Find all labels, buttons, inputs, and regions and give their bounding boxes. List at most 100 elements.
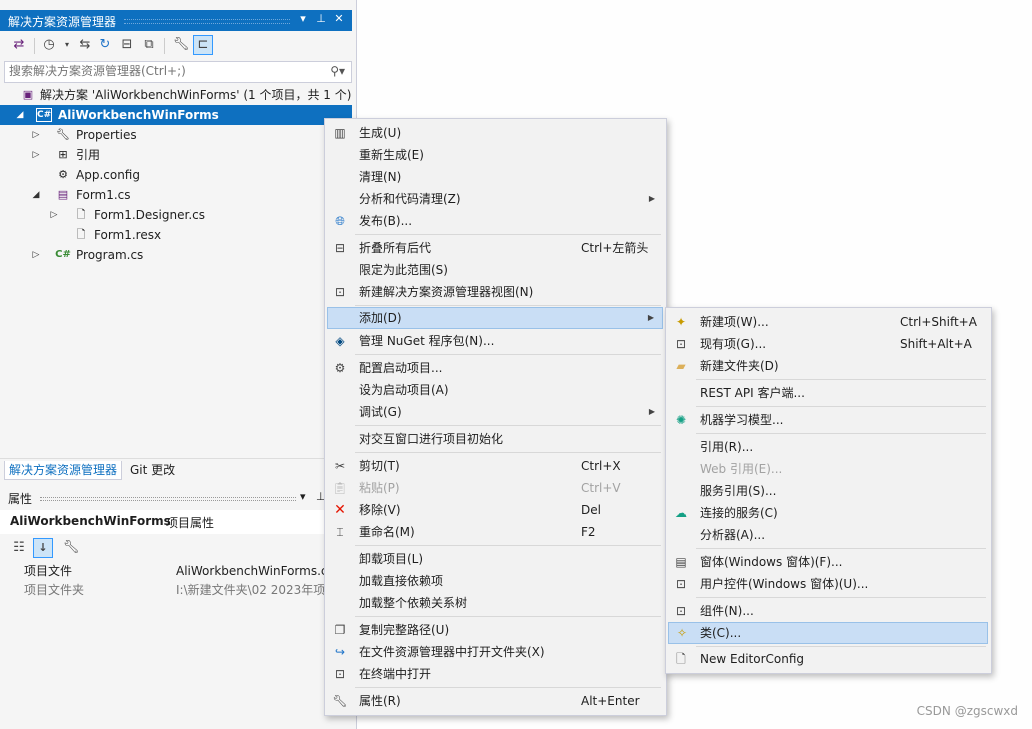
tree-item-solution[interactable]: ▣ 解决方案 'AliWorkbenchWinForms' (1 个项目，共 1… bbox=[0, 85, 352, 105]
menu-shortcut: Ctrl+V bbox=[581, 481, 621, 495]
menu-item-debug[interactable]: 调试(G) ▶ bbox=[327, 401, 663, 423]
menu-item-reference[interactable]: 引用(R)... bbox=[668, 436, 988, 458]
menu-separator bbox=[355, 305, 661, 306]
expand-arrow-icon[interactable]: ◢ bbox=[30, 185, 42, 205]
menu-separator bbox=[355, 616, 661, 617]
tree-item-references[interactable]: ▷ ⊞ 引用 bbox=[0, 145, 352, 165]
menu-item-rename[interactable]: ⌶ 重命名(M) F2 bbox=[327, 521, 663, 543]
chevron-down-icon[interactable]: ▾ bbox=[58, 36, 76, 54]
menu-item-clean[interactable]: 清理(N) bbox=[327, 166, 663, 188]
menu-item-set-startup[interactable]: 设为启动项目(A) bbox=[327, 379, 663, 401]
new-folder-icon: ▰ bbox=[676, 359, 686, 373]
menu-item-existing-item[interactable]: ⊡ 现有项(G)... Shift+Alt+A bbox=[668, 333, 988, 355]
menu-item-new-folder[interactable]: ▰ 新建文件夹(D) bbox=[668, 355, 988, 377]
preview-icon[interactable]: ⊏ bbox=[193, 35, 213, 55]
menu-item-class[interactable]: ✧ 类(C)... bbox=[668, 622, 988, 644]
tree-item-properties[interactable]: ▷ 🔧︎ Properties bbox=[0, 125, 352, 145]
refresh-icon[interactable]: ↻ bbox=[96, 36, 114, 54]
wrench-icon[interactable]: 🔧︎ bbox=[62, 539, 80, 557]
menu-item-user-control[interactable]: ⊡ 用户控件(Windows 窗体)(U)... bbox=[668, 573, 988, 595]
tree-item-form1-designer[interactable]: ▷ 🗋︎ Form1.Designer.cs bbox=[0, 205, 352, 225]
menu-item-web-reference[interactable]: Web 引用(E)... bbox=[668, 458, 988, 480]
tree-item-program[interactable]: ▷ C# Program.cs bbox=[0, 245, 352, 265]
menu-item-label: 服务引用(S)... bbox=[700, 484, 777, 498]
menu-item-connected-service[interactable]: ☁ 连接的服务(C) bbox=[668, 502, 988, 524]
property-row[interactable]: 项目文件夹 I:\新建文件夹\02 2023年项 bbox=[0, 581, 352, 600]
csharp-project-icon: C# bbox=[36, 108, 52, 122]
menu-item-open-in-explorer[interactable]: ↪ 在文件资源管理器中打开文件夹(X) bbox=[327, 641, 663, 663]
dropdown-icon[interactable]: ▾ bbox=[300, 490, 306, 503]
menu-item-unload[interactable]: 卸载项目(L) bbox=[327, 548, 663, 570]
menu-item-label: 添加(D) bbox=[359, 311, 402, 325]
menu-item-interactive-init[interactable]: 对交互窗口进行项目初始化 bbox=[327, 428, 663, 450]
class-icon: ✧ bbox=[676, 626, 688, 640]
solution-explorer-panel: 解决方案资源管理器 ▾ ⊥ ✕ ⇄ ◷ ▾ ⇆ ↻ ⊟ ⧉ 🔧︎ ⊏ ⚲▾ ▣ … bbox=[0, 0, 357, 729]
menu-item-new-item[interactable]: ✦ 新建项(W)... Ctrl+Shift+A bbox=[668, 311, 988, 333]
menu-item-label: 组件(N)... bbox=[700, 604, 754, 618]
menu-item-ml-model[interactable]: ✺ 机器学习模型... bbox=[668, 409, 988, 431]
tree-item-label: App.config bbox=[76, 168, 140, 182]
tree-item-app-config[interactable]: ⚙ App.config bbox=[0, 165, 352, 185]
menu-item-component[interactable]: ⊡ 组件(N)... bbox=[668, 600, 988, 622]
search-box[interactable]: ⚲▾ bbox=[4, 61, 352, 83]
pin-icon[interactable]: ⊥ bbox=[314, 12, 328, 28]
dropdown-icon[interactable]: ▾ bbox=[296, 12, 310, 28]
show-all-files-icon[interactable]: ⧉ bbox=[140, 36, 158, 54]
menu-item-collapse-all[interactable]: ⊟ 折叠所有后代 Ctrl+左箭头 bbox=[327, 237, 663, 259]
alphabetical-icon[interactable]: ↓ bbox=[33, 538, 53, 558]
menu-separator bbox=[696, 646, 986, 647]
close-icon[interactable]: ✕ bbox=[332, 12, 346, 28]
wrench-icon[interactable]: 🔧︎ bbox=[172, 36, 190, 54]
sync-icon[interactable]: ⇆ bbox=[76, 36, 94, 54]
menu-item-nuget[interactable]: ◈ 管理 NuGet 程序包(N)... bbox=[327, 330, 663, 352]
property-row[interactable]: 项目文件 AliWorkbenchWinForms.c bbox=[0, 562, 352, 581]
menu-item-windows-form[interactable]: ▤ 窗体(Windows 窗体)(F)... bbox=[668, 551, 988, 573]
tree-item-form1[interactable]: ◢ ▤ Form1.cs bbox=[0, 185, 352, 205]
globe-icon: 🌐︎ bbox=[335, 214, 345, 228]
collapse-arrow-icon[interactable]: ▷ bbox=[30, 145, 42, 165]
menu-item-paste[interactable]: 📋︎ 粘贴(P) Ctrl+V bbox=[327, 477, 663, 499]
tree-item-project[interactable]: ◢ C# AliWorkbenchWinForms bbox=[0, 105, 352, 125]
menu-item-remove[interactable]: ✕ 移除(V) Del bbox=[327, 499, 663, 521]
menu-item-load-direct-deps[interactable]: 加载直接依赖项 bbox=[327, 570, 663, 592]
menu-item-editorconfig[interactable]: 🗋︎ New EditorConfig bbox=[668, 648, 988, 670]
tab-solution-explorer[interactable]: 解决方案资源管理器 bbox=[4, 461, 123, 480]
menu-item-open-terminal[interactable]: ⊡ 在终端中打开 bbox=[327, 663, 663, 685]
menu-item-rebuild[interactable]: 重新生成(E) bbox=[327, 144, 663, 166]
tree-item-form1-resx[interactable]: 🗋︎ Form1.resx bbox=[0, 225, 352, 245]
menu-item-properties[interactable]: 🔧︎ 属性(R) Alt+Enter bbox=[327, 690, 663, 712]
menu-item-scope[interactable]: 限定为此范围(S) bbox=[327, 259, 663, 281]
expand-arrow-icon[interactable]: ◢ bbox=[14, 105, 26, 125]
collapse-arrow-icon[interactable]: ▷ bbox=[48, 205, 60, 225]
collapse-all-icon[interactable]: ⊟ bbox=[118, 36, 136, 54]
form-icon: ▤ bbox=[675, 555, 687, 569]
new-item-icon: ✦ bbox=[675, 315, 687, 329]
menu-item-analyzer[interactable]: 分析器(A)... bbox=[668, 524, 988, 546]
existing-item-icon: ⊡ bbox=[675, 337, 687, 351]
search-icon[interactable]: ⚲▾ bbox=[330, 64, 345, 78]
properties-object-selector[interactable]: AliWorkbenchWinForms 项目属性 bbox=[0, 510, 352, 534]
menu-item-copy-path[interactable]: ❐ 复制完整路径(U) bbox=[327, 619, 663, 641]
categorized-icon[interactable]: ☷ bbox=[10, 539, 28, 557]
menu-item-configure-startup[interactable]: ⚙ 配置启动项目... bbox=[327, 357, 663, 379]
menu-item-analyze[interactable]: 分析和代码清理(Z) ▶ bbox=[327, 188, 663, 210]
menu-item-cut[interactable]: ✂ 剪切(T) Ctrl+X bbox=[327, 455, 663, 477]
menu-item-publish[interactable]: 🌐︎ 发布(B)... bbox=[327, 210, 663, 232]
new-view-icon: ⊡ bbox=[334, 285, 346, 299]
menu-item-new-view[interactable]: ⊡ 新建解决方案资源管理器视图(N) bbox=[327, 281, 663, 303]
switch-views-icon[interactable]: ⇄ bbox=[10, 36, 28, 54]
menu-separator bbox=[696, 379, 986, 380]
tab-git-changes[interactable]: Git 更改 bbox=[126, 461, 179, 479]
menu-item-load-dep-tree[interactable]: 加载整个依赖关系树 bbox=[327, 592, 663, 614]
menu-item-service-reference[interactable]: 服务引用(S)... bbox=[668, 480, 988, 502]
collapse-arrow-icon[interactable]: ▷ bbox=[30, 125, 42, 145]
menu-item-label: 对交互窗口进行项目初始化 bbox=[359, 432, 504, 446]
collapse-arrow-icon[interactable]: ▷ bbox=[30, 245, 42, 265]
menu-shortcut: Shift+Alt+A bbox=[900, 337, 972, 351]
menu-item-add[interactable]: 添加(D) ▶ bbox=[327, 307, 663, 329]
menu-item-rest-api[interactable]: REST API 客户端... bbox=[668, 382, 988, 404]
menu-item-label: 加载整个依赖关系树 bbox=[359, 596, 468, 610]
history-icon[interactable]: ◷ bbox=[40, 36, 58, 54]
search-input[interactable] bbox=[5, 62, 309, 80]
menu-item-build[interactable]: ▥ 生成(U) bbox=[327, 122, 663, 144]
